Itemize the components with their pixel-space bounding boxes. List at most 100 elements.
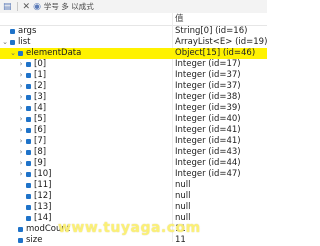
tree-row[interactable]: › [8] Integer (id=43) [0, 147, 267, 158]
expand-arrow-icon[interactable]: › [17, 114, 25, 125]
variable-value: Integer (id=38) [175, 92, 241, 102]
variable-name: [4] [34, 103, 47, 113]
expand-arrow-icon[interactable]: › [17, 147, 25, 158]
variable-value: Integer (id=40) [175, 114, 241, 124]
array-element-icon [26, 172, 31, 177]
variable-value: Integer (id=41) [175, 125, 241, 135]
tree-row[interactable]: › [10] Integer (id=47) [0, 169, 267, 180]
close-icon[interactable]: ✕ [23, 2, 31, 12]
toolbar-tab-label: 学号 多 以成式 [43, 2, 94, 11]
tree-row-selected[interactable]: ⌄ elementData Object[15] (id=46) [0, 48, 267, 59]
tree-row[interactable]: › [2] Integer (id=37) [0, 81, 267, 92]
tree-row[interactable]: › [3] Integer (id=38) [0, 92, 267, 103]
tree-row[interactable]: › [0] Integer (id=17) [0, 59, 267, 70]
expand-arrow-icon[interactable]: › [17, 92, 25, 103]
variable-value: String[0] (id=16) [175, 26, 248, 36]
variable-name: [5] [34, 114, 47, 124]
array-element-icon [26, 194, 31, 199]
tree-row[interactable]: modCount 11 [0, 224, 267, 235]
array-element-icon [26, 183, 31, 188]
tree-row[interactable]: › [5] Integer (id=40) [0, 114, 267, 125]
debug-toolbar: ▤ ✕ ◉ 学号 多 以成式 [0, 0, 267, 14]
tree-row[interactable]: › [7] Integer (id=41) [0, 136, 267, 147]
array-element-icon [26, 117, 31, 122]
expand-chevron-icon[interactable]: ⌄ [1, 37, 9, 48]
variable-name: [13] [34, 202, 52, 212]
variable-name: [12] [34, 191, 52, 201]
toolbar-separator [16, 2, 18, 11]
variable-name: [11] [34, 180, 52, 190]
tree-row[interactable]: size 11 [0, 235, 267, 246]
array-element-icon [26, 95, 31, 100]
tree-row[interactable]: › [1] Integer (id=37) [0, 70, 267, 81]
variable-name: size [26, 235, 43, 245]
array-element-icon [26, 106, 31, 111]
expand-arrow-icon[interactable]: › [17, 158, 25, 169]
variable-name: [6] [34, 125, 47, 135]
variable-name: args [18, 26, 37, 36]
variable-value: Integer (id=37) [175, 70, 241, 80]
expand-arrow-icon[interactable]: › [17, 125, 25, 136]
tree-row[interactable]: [12] null [0, 191, 267, 202]
variable-name: [7] [34, 136, 47, 146]
variable-value: 11 [175, 235, 186, 245]
array-element-icon [26, 62, 31, 67]
tree-row[interactable]: ⌄ list ArrayList<E> (id=19) [0, 37, 267, 48]
variable-value: null [175, 213, 191, 223]
variable-value: 11 [175, 224, 186, 234]
variable-name: [0] [34, 59, 47, 69]
array-element-icon [26, 128, 31, 133]
expand-arrow-icon[interactable]: › [17, 81, 25, 92]
variable-name: [3] [34, 92, 47, 102]
variable-value: Integer (id=37) [175, 81, 241, 91]
field-icon [18, 227, 23, 232]
expand-chevron-icon[interactable]: ⌄ [9, 48, 17, 59]
variable-name: [2] [34, 81, 47, 91]
tree-row[interactable]: › [4] Integer (id=39) [0, 103, 267, 114]
toolbar-expressions-tab[interactable]: ✕ ◉ 学号 多 以成式 [20, 0, 97, 13]
variable-value: null [175, 202, 191, 212]
expand-arrow-icon[interactable]: › [17, 70, 25, 81]
tree-row[interactable]: args String[0] (id=16) [0, 26, 267, 37]
array-element-icon [26, 216, 31, 221]
variable-name: [1] [34, 70, 47, 80]
variable-name: list [18, 37, 31, 47]
variable-value: Integer (id=47) [175, 169, 241, 179]
variable-name: [10] [34, 169, 52, 179]
field-icon [18, 238, 23, 243]
tree-row[interactable]: [14] null [0, 213, 267, 224]
variable-value: Integer (id=39) [175, 103, 241, 113]
variable-value: null [175, 180, 191, 190]
array-element-icon [26, 150, 31, 155]
variable-value: Integer (id=17) [175, 59, 241, 69]
variable-value: null [175, 191, 191, 201]
array-element-icon [26, 73, 31, 78]
variable-value: Integer (id=44) [175, 158, 241, 168]
variables-icon: ▤ [3, 1, 12, 12]
variable-name: modCount [26, 224, 71, 234]
local-variable-icon [10, 40, 15, 45]
expand-arrow-icon[interactable]: › [17, 103, 25, 114]
variable-value: Integer (id=43) [175, 147, 241, 157]
tree-row[interactable]: › [9] Integer (id=44) [0, 158, 267, 169]
array-element-icon [26, 139, 31, 144]
column-header-value[interactable]: 值 [175, 13, 184, 25]
array-element-icon [26, 205, 31, 210]
field-icon [18, 51, 23, 56]
variable-name: elementData [26, 48, 82, 58]
local-variable-icon [10, 29, 15, 34]
expand-arrow-icon[interactable]: › [17, 59, 25, 70]
expand-arrow-icon[interactable]: › [17, 136, 25, 147]
variable-value: Integer (id=41) [175, 136, 241, 146]
variable-name: [8] [34, 147, 47, 157]
array-element-icon [26, 84, 31, 89]
breakpoints-icon: ◉ [33, 1, 41, 12]
expand-arrow-icon[interactable]: › [17, 169, 25, 180]
array-element-icon [26, 161, 31, 166]
tree-row[interactable]: [11] null [0, 180, 267, 191]
variable-value: Object[15] (id=46) [175, 48, 256, 58]
tree-row[interactable]: [13] null [0, 202, 267, 213]
variable-value: ArrayList<E> (id=19) [175, 37, 268, 47]
toolbar-variables-tab[interactable]: ▤ [0, 0, 15, 13]
tree-row[interactable]: › [6] Integer (id=41) [0, 125, 267, 136]
